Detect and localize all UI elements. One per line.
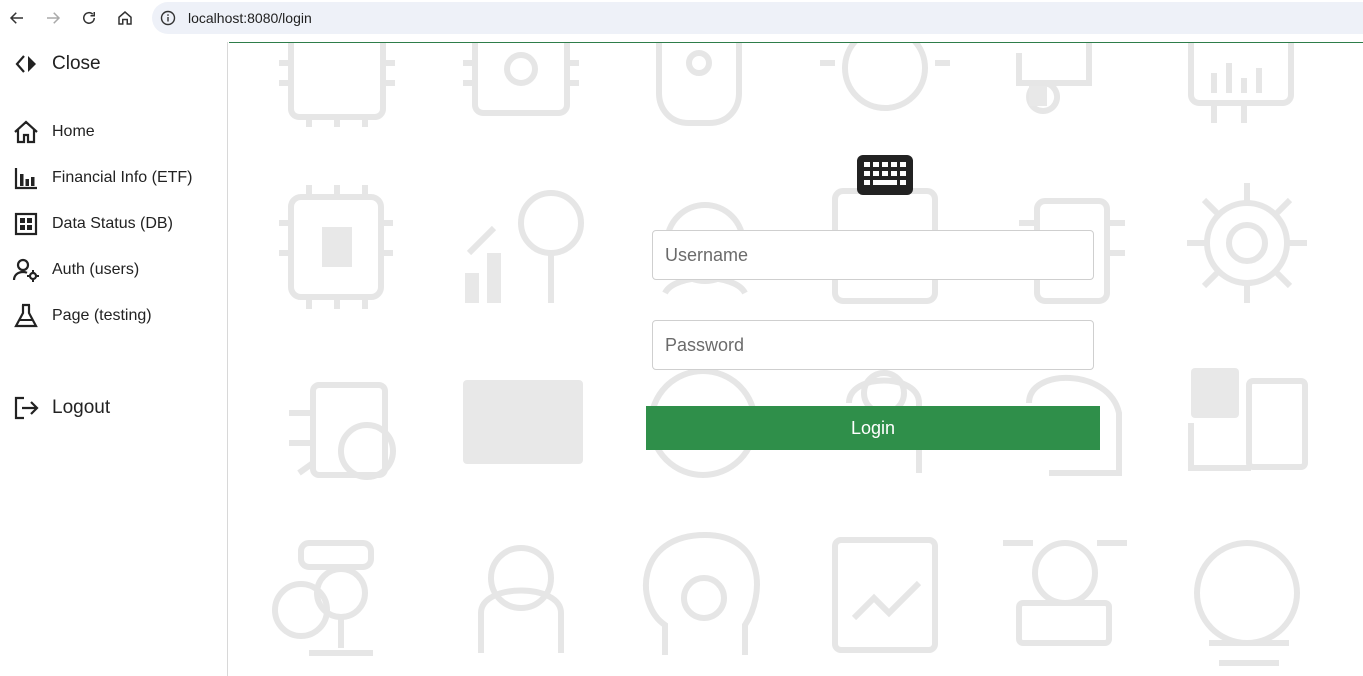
back-icon[interactable] xyxy=(5,6,29,30)
sidebar: Close Home Financial Info (ETF) Data Sta… xyxy=(0,42,228,676)
sidebar-item-label: Home xyxy=(52,123,95,140)
username-input[interactable] xyxy=(652,230,1094,280)
sidebar-item-auth[interactable]: Auth (users) xyxy=(12,256,139,284)
user-gear-icon xyxy=(12,258,39,282)
info-icon[interactable] xyxy=(160,10,176,26)
sidebar-item-label: Data Status (DB) xyxy=(52,215,173,232)
password-input[interactable] xyxy=(652,320,1094,370)
flask-icon xyxy=(14,303,38,328)
home-icon xyxy=(14,120,38,144)
logout-button[interactable]: Logout xyxy=(12,394,110,422)
address-bar[interactable]: localhost:8080/login xyxy=(152,2,1363,34)
sidebar-close-label: Close xyxy=(52,53,101,74)
sidebar-close-button[interactable]: Close xyxy=(12,50,101,78)
sidebar-item-label: Financial Info (ETF) xyxy=(52,169,193,186)
sidebar-item-home[interactable]: Home xyxy=(12,118,95,146)
sidebar-item-page-testing[interactable]: Page (testing) xyxy=(12,302,152,330)
login-button[interactable]: Login xyxy=(646,406,1100,450)
reload-icon[interactable] xyxy=(77,6,101,30)
bar-chart-icon xyxy=(14,168,37,190)
sidebar-item-data-status[interactable]: Data Status (DB) xyxy=(12,210,173,238)
logout-label: Logout xyxy=(52,397,111,418)
grid-icon xyxy=(14,212,38,236)
collapse-arrows-icon xyxy=(15,55,36,73)
sidebar-item-financial-info[interactable]: Financial Info (ETF) xyxy=(12,164,192,192)
logout-icon xyxy=(14,396,39,420)
sidebar-item-label: Auth (users) xyxy=(52,261,140,278)
url-text: localhost:8080/login xyxy=(188,10,312,26)
sidebar-item-label: Page (testing) xyxy=(52,307,152,324)
forward-icon[interactable] xyxy=(41,6,65,30)
login-page: Login xyxy=(229,42,1363,676)
keyboard-icon xyxy=(857,155,913,195)
browser-toolbar: localhost:8080/login xyxy=(0,0,1363,36)
home-icon[interactable] xyxy=(113,6,137,30)
